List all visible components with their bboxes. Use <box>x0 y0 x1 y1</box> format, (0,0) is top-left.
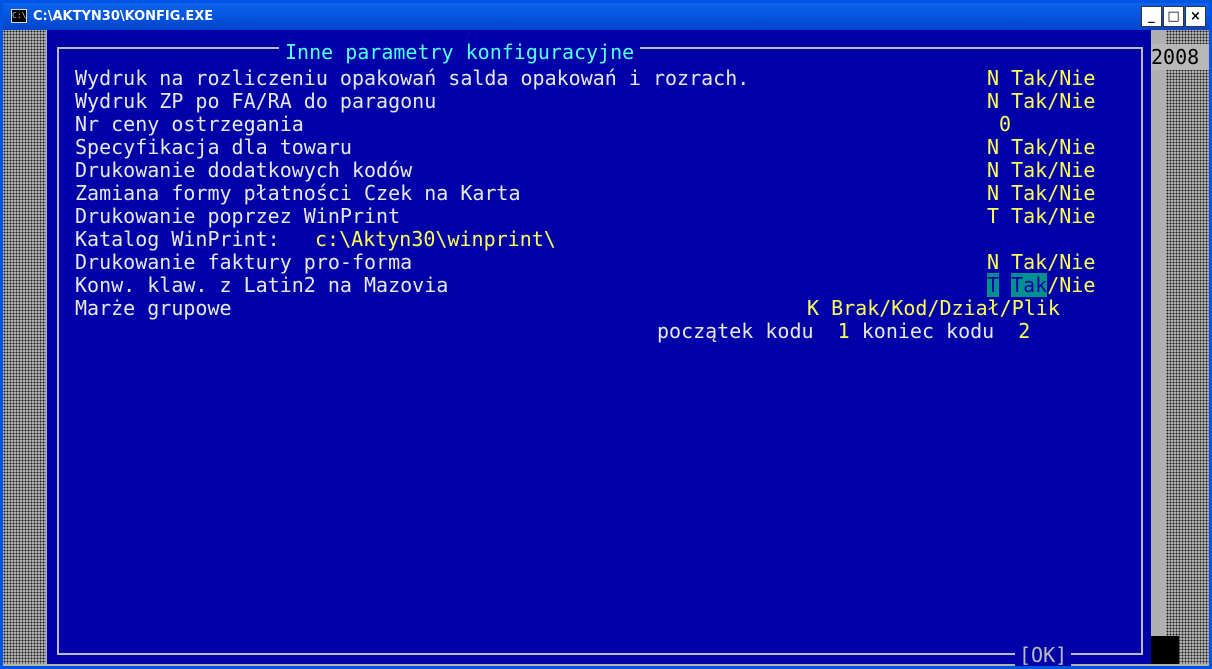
setting-value-latin2-mazovia[interactable]: T Tak/Nie <box>987 273 1096 297</box>
value-option-selected: Tak <box>1011 273 1048 297</box>
value-option-rest: /Nie <box>1047 273 1096 297</box>
setting-label-winprint-dir: Katalog WinPrint: <box>75 227 280 251</box>
window-title: C:\AKTYN30\KONFIG.EXE <box>33 9 214 24</box>
minimize-button[interactable]: _ <box>1141 6 1162 27</box>
close-button[interactable]: × <box>1185 6 1206 27</box>
value-char: N <box>987 135 1000 159</box>
setting-label-proforma: Drukowanie faktury pro-forma <box>75 250 413 274</box>
setting-label-zp-print: Wydruk ZP po FA/RA do paragonu <box>75 89 437 113</box>
title-bar[interactable]: C:\ C:\AKTYN30\KONFIG.EXE _ □ × <box>3 3 1209 30</box>
setting-label-product-spec: Specyfikacja dla towaru <box>75 135 352 159</box>
code-end-value[interactable]: 2 <box>1018 319 1030 343</box>
setting-value-winprint[interactable]: T Tak/Nie <box>987 205 1095 227</box>
setting-value-extra-codes[interactable]: N Tak/Nie <box>987 159 1095 181</box>
setting-value-group-margins[interactable]: K Brak/Kod/Dział/Plik <box>807 297 1060 319</box>
console-app-icon[interactable]: C:\ <box>11 9 27 23</box>
console-area: Inne parametry konfiguracyjne Wydruk na … <box>3 30 1209 666</box>
setting-label-winprint: Drukowanie poprzez WinPrint <box>75 204 401 228</box>
value-char: N <box>987 158 1000 182</box>
setting-label-payment-form: Zamiana formy płatności Czek na Karta <box>75 181 521 205</box>
setting-value-payment-form[interactable]: N Tak/Nie <box>987 182 1095 204</box>
value-options: Tak/Nie <box>1011 66 1096 90</box>
value-char: T <box>987 204 1000 228</box>
setting-value-winprint-dir[interactable]: c:\Aktyn30\winprint\ <box>315 228 556 250</box>
setting-label-latin2-mazovia: Konw. klaw. z Latin2 na Mazovia <box>75 273 449 297</box>
background-pattern-right <box>1166 30 1209 664</box>
value-options: Tak/Nie <box>1011 250 1096 274</box>
setting-value-proforma[interactable]: N Tak/Nie <box>987 251 1095 273</box>
maximize-button[interactable]: □ <box>1163 6 1184 27</box>
code-start-value[interactable]: 1 <box>838 319 850 343</box>
value-char: N <box>987 181 1000 205</box>
dialog-title: Inne parametry konfiguracyjne <box>279 41 641 63</box>
setting-label-packaging-print: Wydruk na rozliczeniu opakowań salda opa… <box>75 66 750 90</box>
value-char-selected: T <box>987 273 1000 297</box>
value-options: Tak/Nie <box>1011 135 1096 159</box>
config-dialog: Inne parametry konfiguracyjne Wydruk na … <box>47 30 1151 666</box>
value-char: N <box>987 89 1000 113</box>
setting-label-warning-price: Nr ceny ostrzegania <box>75 112 304 136</box>
value-options: Tak/Nie <box>1011 204 1096 228</box>
value-options: Brak/Kod/Dział/Plik <box>831 296 1060 320</box>
code-end-label: koniec kodu <box>861 319 995 343</box>
year-indicator: 2008 <box>1151 44 1209 70</box>
value-options: Tak/Nie <box>1011 158 1096 182</box>
value-options: Tak/Nie <box>1011 89 1096 113</box>
code-start-label: początek kodu <box>657 319 814 343</box>
background-pattern-left <box>3 30 46 664</box>
ok-button[interactable]: [OK] <box>1015 644 1072 666</box>
setting-label-group-margins: Marże grupowe <box>75 296 232 320</box>
setting-value-product-spec[interactable]: N Tak/Nie <box>987 136 1095 158</box>
setting-value-packaging-print[interactable]: N Tak/Nie <box>987 67 1095 89</box>
console-window: C:\ C:\AKTYN30\KONFIG.EXE _ □ × Inne par… <box>0 0 1212 669</box>
value-options: Tak/Nie <box>1011 181 1096 205</box>
setting-value-warning-price[interactable]: 0 <box>999 113 1011 135</box>
value-char: K <box>807 296 820 320</box>
code-range-row: początek kodu 1 koniec kodu 2 <box>657 320 1030 342</box>
value-char: N <box>987 250 1000 274</box>
setting-value-zp-print[interactable]: N Tak/Nie <box>987 90 1095 112</box>
value-char: N <box>987 66 1000 90</box>
setting-label-extra-codes: Drukowanie dodatkowych kodów <box>75 158 413 182</box>
corner-block <box>1151 636 1179 664</box>
